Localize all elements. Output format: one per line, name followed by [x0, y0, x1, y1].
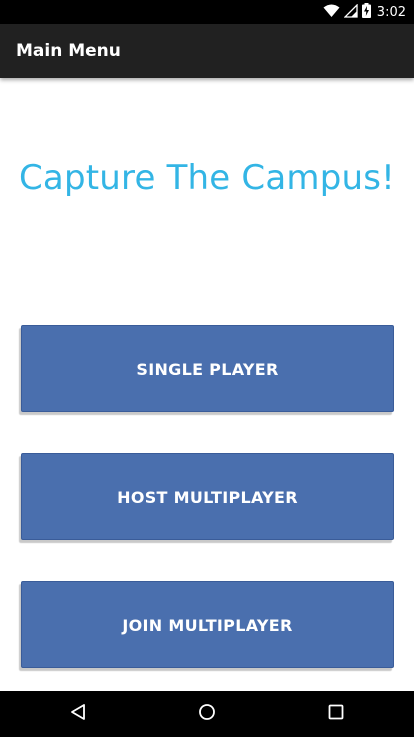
single-player-button[interactable]: SINGLE PLAYER — [21, 325, 394, 412]
wifi-icon — [323, 3, 340, 22]
back-icon — [69, 703, 87, 725]
screen: 3:02 Main Menu Capture The Campus! SINGL… — [0, 0, 414, 737]
back-button[interactable] — [48, 691, 108, 737]
navigation-bar — [0, 691, 414, 737]
action-bar-title: Main Menu — [16, 41, 121, 61]
status-bar: 3:02 — [0, 0, 414, 24]
action-bar: Main Menu — [0, 24, 414, 78]
battery-charging-icon — [361, 2, 371, 22]
home-icon — [198, 703, 216, 725]
recents-button[interactable] — [306, 691, 366, 737]
home-button[interactable] — [177, 691, 237, 737]
cell-signal-icon — [343, 2, 358, 22]
app-title: Capture The Campus! — [18, 158, 395, 198]
host-multiplayer-button[interactable]: HOST MULTIPLAYER — [21, 453, 394, 540]
join-multiplayer-button[interactable]: JOIN MULTIPLAYER — [21, 581, 394, 668]
status-icons: 3:02 — [323, 2, 406, 22]
recents-icon — [328, 704, 344, 724]
status-time: 3:02 — [376, 4, 406, 20]
